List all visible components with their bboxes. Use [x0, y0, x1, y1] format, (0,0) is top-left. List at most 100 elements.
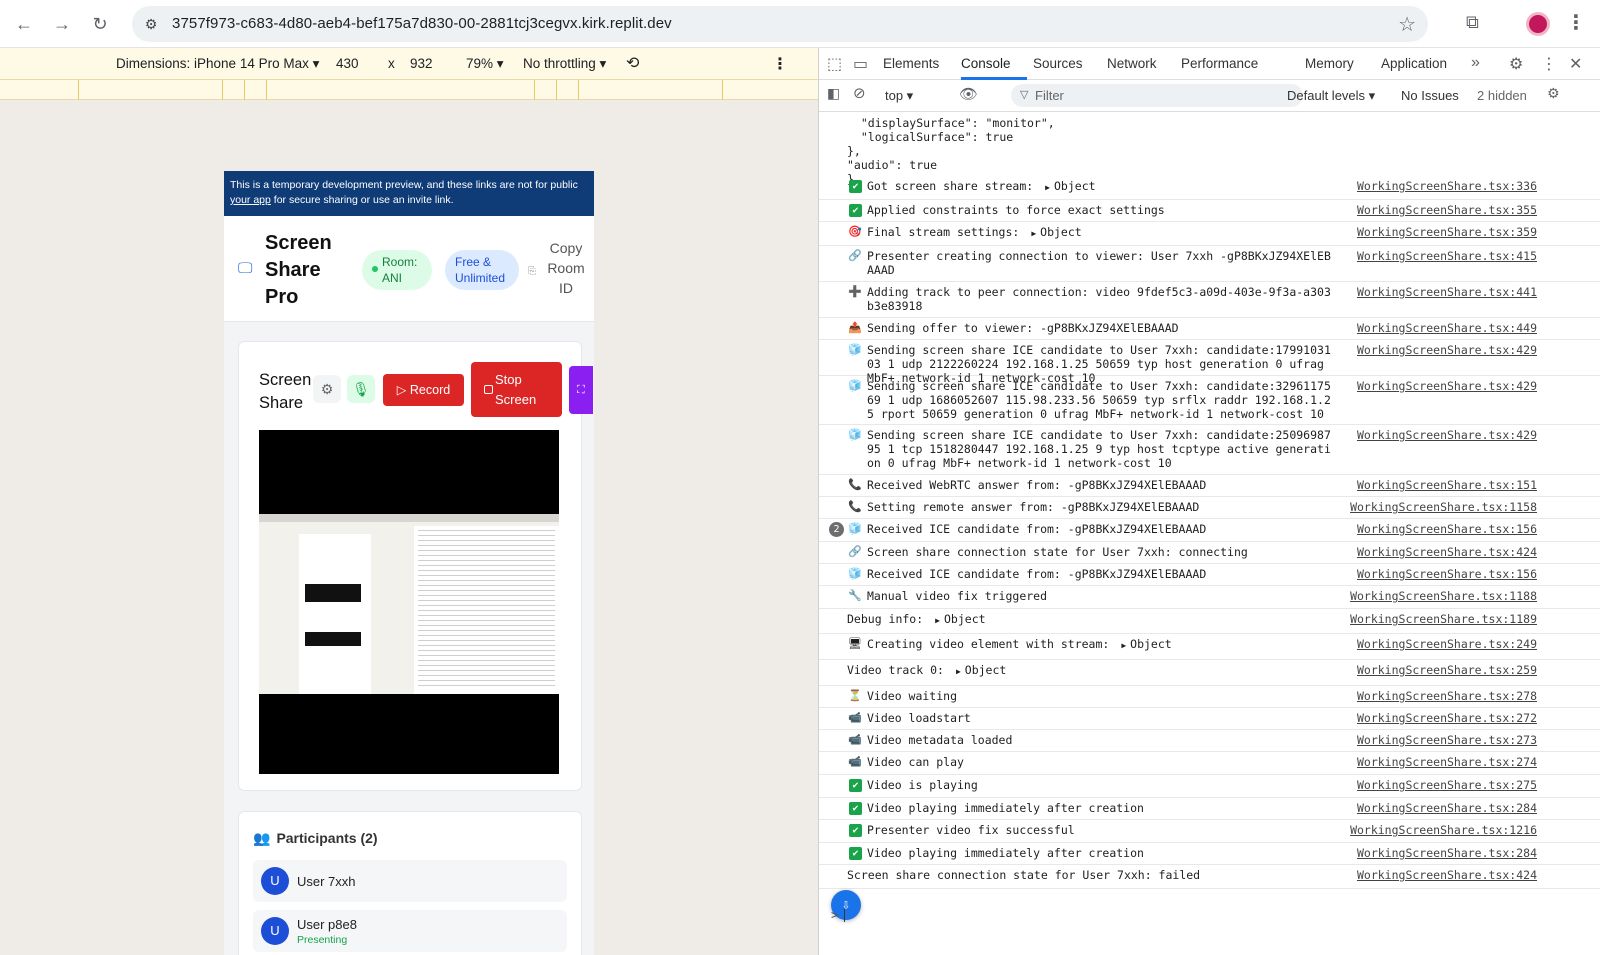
console-log-row[interactable]: ✔ Video is playing WorkingScreenShare.tsx:…	[819, 775, 1600, 798]
console-log-row[interactable]: ✔ Presenter video fix successful WorkingSc…	[819, 820, 1600, 843]
record-button[interactable]: ▷ Record	[383, 374, 464, 406]
console-log-row[interactable]: ⏳ Video waiting WorkingScreenShare.tsx:278	[819, 686, 1600, 708]
console-log-row[interactable]: ✔ Video playing immediately after creatio…	[819, 843, 1600, 865]
issues-counter[interactable]: No Issues	[1401, 88, 1459, 103]
device-dimensions-select[interactable]: Dimensions: iPhone 14 Pro Max ▾	[116, 56, 319, 72]
source-link[interactable]: WorkingScreenShare.tsx:273	[1357, 733, 1537, 747]
console-log-row[interactable]: 📹 Video can play WorkingScreenShare.tsx:27…	[819, 752, 1600, 775]
stop-screen-button[interactable]: Stop Screen	[471, 362, 562, 417]
microphone-button[interactable]: 🎙	[347, 375, 375, 403]
source-link[interactable]: WorkingScreenShare.tsx:449	[1357, 321, 1537, 335]
tab-elements[interactable]: Elements	[883, 56, 939, 71]
settings-button[interactable]: ⚙	[313, 375, 341, 403]
console-log-row[interactable]: ✔ Got screen share stream: ▶ Object WorkingS…	[819, 176, 1600, 200]
source-link[interactable]: WorkingScreenShare.tsx:156	[1357, 567, 1537, 581]
eye-icon[interactable]: 👁	[959, 85, 978, 103]
rotate-icon[interactable]: ⟲	[626, 53, 639, 73]
source-link[interactable]: WorkingScreenShare.tsx:272	[1357, 711, 1537, 725]
console-log-row[interactable]: ➕ Adding track to peer connection: video …	[819, 282, 1600, 318]
source-link[interactable]: WorkingScreenShare.tsx:424	[1357, 868, 1537, 882]
source-link[interactable]: WorkingScreenShare.tsx:429	[1357, 343, 1537, 357]
devtools-settings-icon[interactable]: ⚙	[1509, 54, 1523, 74]
device-height-input[interactable]: 932	[410, 56, 433, 71]
console-prompt[interactable]: >	[831, 908, 846, 922]
log-levels-select[interactable]: Default levels ▾	[1287, 88, 1375, 104]
device-width-input[interactable]: 430	[336, 56, 359, 71]
console-log-row[interactable]: 🧊 Sending screen share ICE candidate to U…	[819, 376, 1600, 425]
source-link[interactable]: WorkingScreenShare.tsx:1189	[1350, 612, 1537, 626]
copy-room-id-button[interactable]: ⎘ Copy Room ID	[528, 238, 590, 300]
expandable-object[interactable]: ▶ Object	[1031, 225, 1081, 239]
address-bar[interactable]: ⚙ 3757f973-c683-4d80-aeb4-bef175a7d830-0…	[132, 6, 1428, 42]
console-settings-icon[interactable]: ⚙	[1547, 85, 1560, 102]
bookmark-star-icon[interactable]: ☆	[1398, 12, 1416, 37]
expandable-object[interactable]: ▶ Object	[1045, 179, 1095, 193]
source-link[interactable]: WorkingScreenShare.tsx:429	[1357, 428, 1537, 442]
close-devtools-icon[interactable]: ✕	[1569, 54, 1582, 74]
inspect-element-icon[interactable]: ⬚	[827, 54, 842, 74]
source-link[interactable]: WorkingScreenShare.tsx:424	[1357, 545, 1537, 559]
console-log-row[interactable]: ✔ Video playing immediately after creatio…	[819, 798, 1600, 820]
source-link[interactable]: WorkingScreenShare.tsx:1216	[1350, 823, 1537, 837]
source-link[interactable]: WorkingScreenShare.tsx:275	[1357, 778, 1537, 792]
console-log-row[interactable]: 📤 Sending offer to viewer: -gP8BKxJZ94XEl…	[819, 318, 1600, 340]
source-link[interactable]: WorkingScreenShare.tsx:359	[1357, 225, 1537, 239]
console-log-row[interactable]: 2 🧊 Received ICE candidate from: -gP8BKxJZ…	[819, 519, 1600, 542]
console-log-row[interactable]: 🖥 Creating video element with stream: ▶ Obj…	[819, 634, 1600, 660]
source-link[interactable]: WorkingScreenShare.tsx:1188	[1350, 589, 1537, 603]
tab-network[interactable]: Network	[1107, 56, 1157, 71]
console-log-row[interactable]: ✔ Applied constraints to force exact sett…	[819, 200, 1600, 222]
sidebar-toggle-icon[interactable]: ◧	[827, 85, 840, 102]
console-log-row[interactable]: 🧊 Sending screen share ICE candidate to U…	[819, 425, 1600, 475]
expandable-object[interactable]: ▶ Object	[935, 612, 985, 626]
console-log-row[interactable]: 📹 Video loadstart WorkingScreenShare.tsx:2…	[819, 708, 1600, 730]
source-link[interactable]: WorkingScreenShare.tsx:284	[1357, 846, 1537, 860]
source-link[interactable]: WorkingScreenShare.tsx:151	[1357, 478, 1537, 492]
forward-icon[interactable]: →	[50, 12, 74, 36]
avatar[interactable]	[1526, 12, 1550, 36]
console-log-row[interactable]: Video track 0: ▶ Object WorkingScreenShare.…	[819, 660, 1600, 686]
clear-console-icon[interactable]: ⊘	[853, 84, 866, 102]
console-log-row[interactable]: 📞 Setting remote answer from: -gP8BKxJZ94…	[819, 497, 1600, 519]
console-log-row[interactable]: Screen share connection state for User 7…	[819, 865, 1600, 889]
source-link[interactable]: WorkingScreenShare.tsx:441	[1357, 285, 1537, 299]
source-link[interactable]: WorkingScreenShare.tsx:355	[1357, 203, 1537, 217]
source-link[interactable]: WorkingScreenShare.tsx:284	[1357, 801, 1537, 815]
tab-sources[interactable]: Sources	[1033, 56, 1083, 71]
browser-menu-icon[interactable]: ⋮	[1566, 10, 1586, 35]
console-log-row[interactable]: 🎯 Final stream settings: ▶ Object WorkingScr…	[819, 222, 1600, 246]
source-link[interactable]: WorkingScreenShare.tsx:249	[1357, 637, 1537, 651]
participant-row[interactable]: U User p8e8 Presenting	[253, 910, 567, 952]
screen-share-video[interactable]	[259, 430, 559, 774]
console-log-row[interactable]: 🔧 Manual video fix triggered WorkingScreen…	[819, 586, 1600, 609]
url-text[interactable]: 3757f973-c683-4d80-aeb4-bef175a7d830-00-…	[172, 15, 672, 32]
more-tabs-icon[interactable]: »	[1471, 54, 1480, 72]
console-log-row[interactable]: 🧊 Received ICE candidate from: -gP8BKxJZ9…	[819, 564, 1600, 586]
tab-application[interactable]: Application	[1381, 56, 1447, 71]
console-log-row[interactable]: 🧊 Sending screen share ICE candidate to U…	[819, 340, 1600, 385]
source-link[interactable]: WorkingScreenShare.tsx:415	[1357, 249, 1537, 263]
banner-link[interactable]: your app	[230, 194, 271, 206]
console-log-row[interactable]: 🔗 Screen share connection state for User …	[819, 542, 1600, 564]
tab-memory[interactable]: Memory	[1305, 56, 1354, 71]
fullscreen-button[interactable]: ⛶	[569, 366, 593, 414]
extensions-icon[interactable]: ⧉	[1466, 12, 1479, 33]
reload-icon[interactable]: ↻	[88, 12, 112, 36]
console-log-row[interactable]: 📹 Video metadata loaded WorkingScreenShare…	[819, 730, 1600, 752]
source-link[interactable]: WorkingScreenShare.tsx:278	[1357, 689, 1537, 703]
back-icon[interactable]: ←	[12, 12, 36, 36]
devtools-menu-icon[interactable]: ⋮	[1541, 54, 1557, 74]
source-link[interactable]: WorkingScreenShare.tsx:1158	[1350, 500, 1537, 514]
context-select[interactable]: top ▾	[885, 88, 913, 104]
site-settings-icon[interactable]: ⚙	[142, 15, 160, 33]
device-toggle-icon[interactable]: ▭	[853, 54, 868, 74]
console-log-row[interactable]: 🔗 Presenter creating connection to viewer…	[819, 246, 1600, 282]
console-log-row[interactable]: 📞 Received WebRTC answer from: -gP8BKxJZ9…	[819, 475, 1600, 497]
source-link[interactable]: WorkingScreenShare.tsx:336	[1357, 179, 1537, 193]
tab-console[interactable]: Console	[961, 56, 1011, 71]
throttle-select[interactable]: No throttling ▾	[523, 56, 606, 72]
device-more-icon[interactable]: ⋮	[772, 54, 788, 74]
console-filter-input[interactable]: ▽ Filter	[1011, 84, 1303, 107]
zoom-select[interactable]: 79% ▾	[466, 56, 504, 72]
tab-performance[interactable]: Performance	[1181, 56, 1258, 71]
